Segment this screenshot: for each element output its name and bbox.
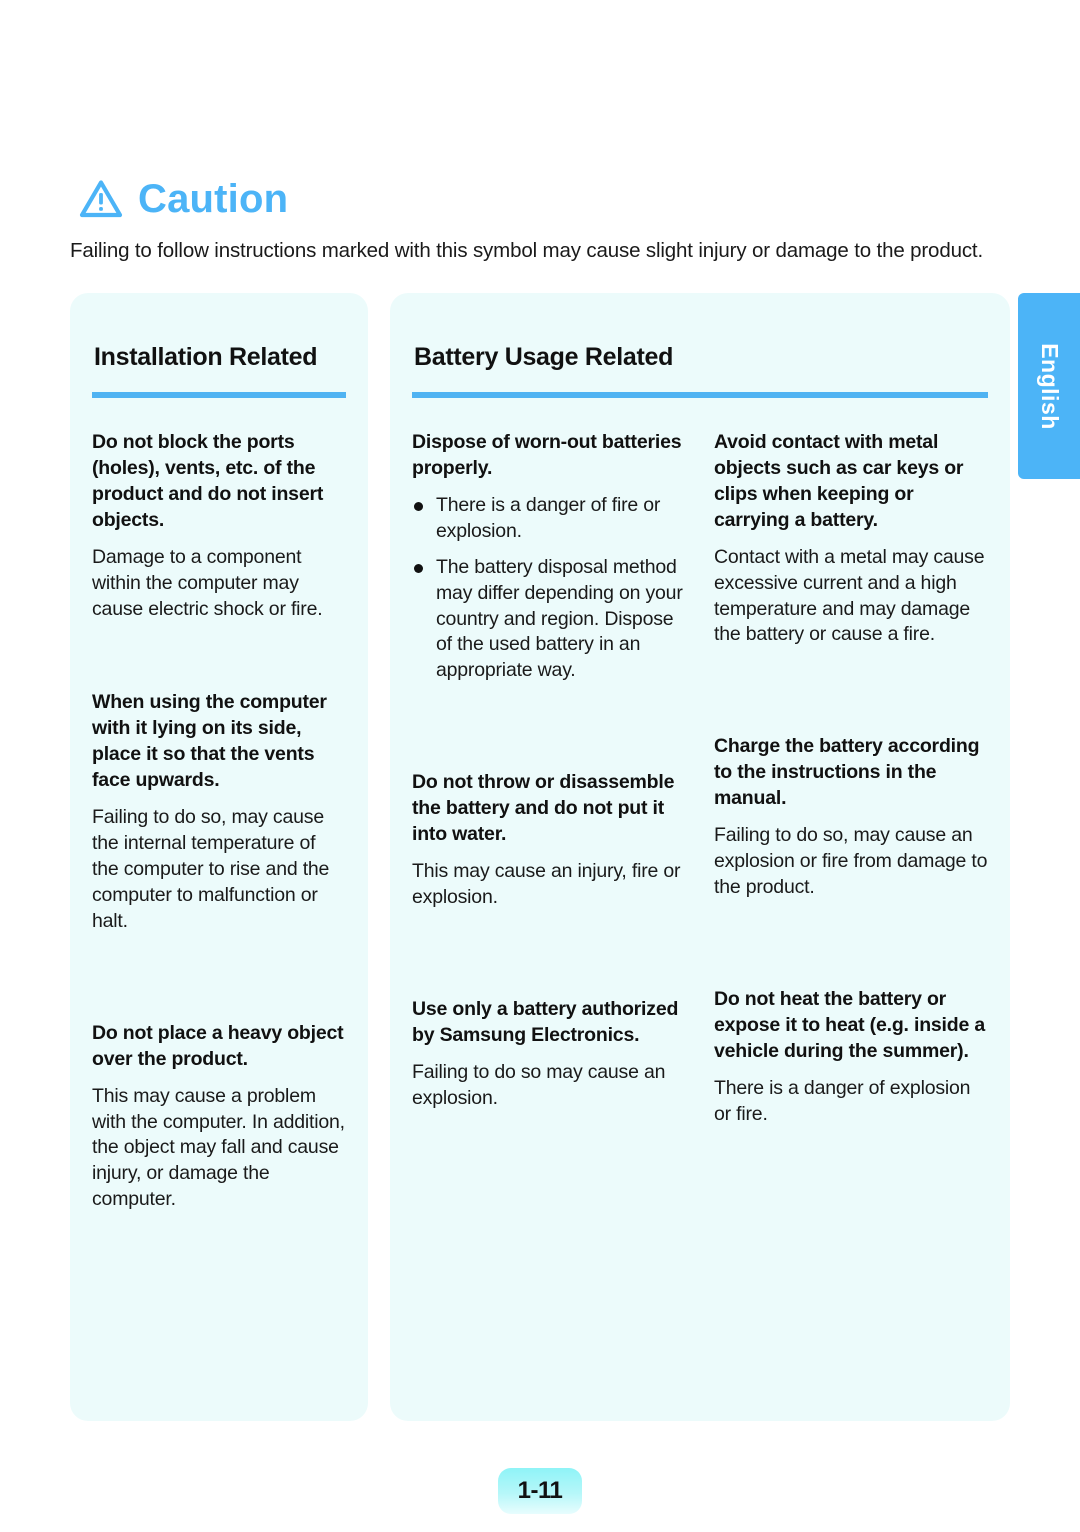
entry-spacer [714, 690, 988, 734]
entry-heading: Use only a battery authorized by Samsung… [412, 997, 679, 1046]
panel-title-underline [412, 392, 988, 398]
entry-body: This may cause an injury, fire or explos… [412, 860, 681, 908]
page-number-badge: 1-11 [498, 1468, 582, 1514]
panel-title-underline [92, 392, 346, 398]
side-tab-label: English [1036, 342, 1063, 430]
caution-entry: Do not heat the battery or expose it to … [714, 987, 988, 1128]
warning-triangle-icon [79, 180, 123, 218]
entry-spacer [412, 726, 686, 770]
language-side-tab: English [1018, 293, 1080, 479]
entry-heading: Avoid contact with metal objects such as… [714, 431, 964, 531]
entry-body: There is a danger of explosion or fire. [714, 1076, 971, 1125]
panel-column: Avoid contact with metal objects such as… [714, 430, 988, 1128]
bullet-dot-icon [414, 501, 423, 511]
entry-spacer [714, 943, 988, 987]
entry-heading: When using the computer with it lying on… [92, 691, 327, 792]
caution-entry: When using the computer with it lying on… [92, 690, 346, 934]
bullet-item: The battery disposal method may differ d… [412, 555, 686, 685]
page-number-label: 1-11 [517, 1477, 563, 1504]
entry-body: Damage to a component within the compute… [92, 545, 323, 620]
panel-title: Installation Related [94, 342, 318, 371]
bullet-dot-icon [414, 563, 423, 573]
caution-entry: Do not place a heavy object over the pro… [92, 1021, 346, 1213]
panel-battery-usage-related: Battery Usage Related Dispose of worn-ou… [390, 293, 1010, 1421]
entry-spacer [92, 977, 346, 1021]
entry-body: Failing to do so may cause an explosion. [412, 1060, 666, 1109]
panel-column: Do not block the ports (holes), vents, e… [92, 430, 346, 1213]
entry-body: Failing to do so, may cause the internal… [92, 806, 330, 932]
caution-entry: Do not block the ports (holes), vents, e… [92, 430, 346, 622]
caution-header: Caution [78, 178, 288, 220]
caution-entry: Avoid contact with metal objects such as… [714, 430, 988, 648]
caution-entry: Dispose of worn-out batteries properly. … [412, 430, 686, 684]
entry-heading: Do not block the ports (holes), vents, e… [92, 431, 324, 531]
entry-bullet-list: There is a danger of fire or explosion. … [412, 493, 686, 684]
entry-heading: Dispose of worn-out batteries properly. [412, 431, 682, 479]
panel-column: Dispose of worn-out batteries properly. … [412, 430, 686, 1128]
caution-entry: Use only a battery authorized by Samsung… [412, 997, 686, 1112]
entry-spacer [412, 953, 686, 997]
bullet-text: There is a danger of fire or explosion. [436, 493, 661, 542]
entry-body: Failing to do so, may cause an explosion… [714, 824, 988, 898]
caution-description: Failing to follow instructions marked wi… [70, 239, 984, 262]
caution-title: Caution [138, 177, 289, 221]
entry-heading: Do not heat the battery or expose it to … [714, 987, 985, 1062]
bullet-item: There is a danger of fire or explosion. [412, 493, 686, 545]
entry-heading: Charge the battery according to the inst… [714, 735, 980, 810]
panel-title: Battery Usage Related [414, 342, 674, 371]
caution-panels: Installation Related Do not block the po… [70, 293, 1010, 1421]
panel-installation-related: Installation Related Do not block the po… [70, 293, 368, 1421]
bullet-text: The battery disposal method may differ d… [436, 555, 683, 682]
caution-entry: Do not throw or disassemble the battery … [412, 770, 686, 911]
entry-heading: Do not place a heavy object over the pro… [92, 1021, 344, 1070]
caution-entry: Charge the battery according to the inst… [714, 734, 988, 901]
entry-body: Contact with a metal may cause excessive… [714, 545, 985, 646]
entry-heading: Do not throw or disassemble the battery … [412, 771, 675, 846]
entry-spacer [92, 664, 346, 690]
entry-body: This may cause a problem with the comput… [92, 1084, 345, 1211]
